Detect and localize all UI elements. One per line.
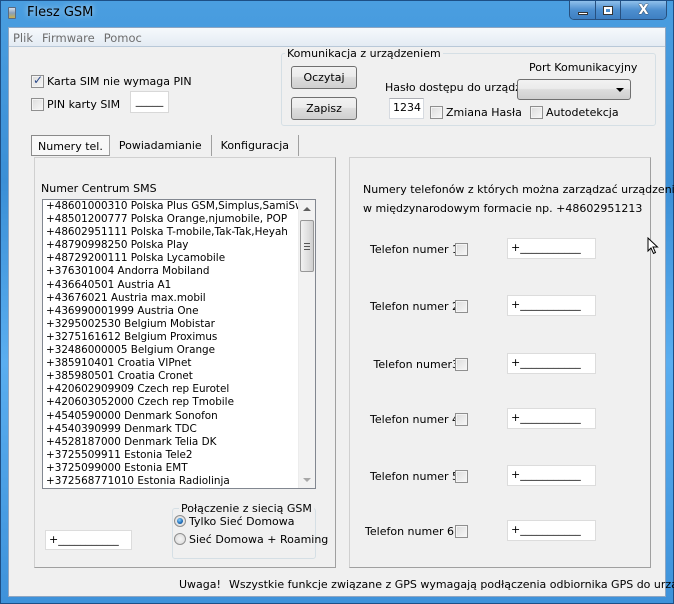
sms-center-list-item[interactable]: +3725509911 Estonia Tele2 xyxy=(43,449,315,462)
phone-3-label: Telefon numer3 xyxy=(373,358,459,371)
maximize-button[interactable] xyxy=(596,1,621,19)
phone-6-input[interactable]: +___________ xyxy=(507,520,596,541)
scroll-down-arrow-icon[interactable] xyxy=(303,478,311,482)
sms-center-list-item[interactable]: +3275161612 Belgium Proximus xyxy=(43,331,315,344)
phone-2-label: Telefon numer 2 xyxy=(370,300,459,313)
sms-center-list-item[interactable]: +436640501 Austria A1 xyxy=(43,279,315,292)
mouse-cursor-icon xyxy=(647,237,659,255)
menu-bar: Plik Firmware Pomoc xyxy=(9,28,665,47)
sms-center-list-item[interactable]: +48602951111 Polska T-mobile,Tak-Tak,Hey… xyxy=(43,226,315,239)
sms-center-list-item[interactable]: +385910401 Croatia VIPnet xyxy=(43,357,315,370)
app-phone-icon xyxy=(8,7,16,19)
phone-2-checkbox[interactable] xyxy=(455,300,468,313)
phone-2-input[interactable]: +___________ xyxy=(507,295,596,316)
menu-plik[interactable]: Plik xyxy=(9,28,38,46)
sms-center-list-item[interactable]: +420602909909 Czech rep Eurotel xyxy=(43,383,315,396)
footer-warning-text: Wszystkie funkcje związane z GPS wymagaj… xyxy=(229,578,674,591)
port-select[interactable] xyxy=(517,79,631,100)
tab-powiadamianie[interactable]: Powiadamianie xyxy=(110,135,212,156)
radio-home-network-label: Tylko Sieć Domowa xyxy=(189,515,295,528)
phone-4-checkbox[interactable] xyxy=(455,413,468,426)
sms-center-list-item[interactable]: +376301004 Andorra Mobiland xyxy=(43,265,315,278)
grip-icon xyxy=(304,243,310,250)
sms-center-label: Numer Centrum SMS xyxy=(41,182,157,195)
radio-roaming[interactable] xyxy=(174,533,186,545)
phone-1-input[interactable]: +___________ xyxy=(507,238,596,259)
sms-center-list-item[interactable]: +48601000310 Polska Plus GSM,Simplus,Sam… xyxy=(43,200,315,213)
sms-center-list-item[interactable]: +4540590000 Denmark Sonofon xyxy=(43,410,315,423)
tab-strip: Numery tel. Powiadamianie Konfiguracja xyxy=(31,133,300,157)
sms-center-list-item[interactable]: +4528187000 Denmark Telia DK xyxy=(43,436,315,449)
sms-center-list-item[interactable]: +43676021 Austria max.mobil xyxy=(43,292,315,305)
gsm-connection-title: Połączenie z siecią GSM xyxy=(179,502,314,515)
chevron-down-icon xyxy=(616,88,624,92)
tab-konfiguracja[interactable]: Konfiguracja xyxy=(212,135,300,156)
radio-roaming-label: Sieć Domowa + Roaming xyxy=(189,533,329,546)
window-title: Flesz GSM xyxy=(27,5,94,20)
phone-5-label: Telefon numer 5 xyxy=(370,470,459,483)
phone-5-input[interactable]: +___________ xyxy=(507,465,596,486)
port-label: Port Komunikacyjny xyxy=(529,61,638,74)
sim-pin-label: PIN karty SIM xyxy=(47,98,121,111)
sim-pin-input[interactable]: _____ xyxy=(130,91,169,113)
comm-group-title: Komunikacja z urządzeniem xyxy=(285,47,443,60)
sms-center-list-item[interactable]: +4540390999 Denmark TDC xyxy=(43,423,315,436)
sms-center-list-item[interactable]: +48729200111 Polska Lycamobile xyxy=(43,252,315,265)
title-bar[interactable]: Flesz GSM X xyxy=(1,1,673,26)
footer-warning-label: Uwaga! xyxy=(179,578,221,591)
autodetect-checkbox[interactable] xyxy=(530,106,543,119)
phones-description-line2: w międzynarodowym formacie np. +48602951… xyxy=(363,202,643,215)
sms-center-list-item[interactable]: +385980501 Croatia Cronet xyxy=(43,370,315,383)
close-button[interactable]: X xyxy=(621,1,666,19)
sms-center-list-item[interactable]: +3295002530 Belgium Mobistar xyxy=(43,318,315,331)
phone-3-input[interactable]: +___________ xyxy=(507,353,596,374)
sms-center-list-item[interactable]: +32486000005 Belgium Orange xyxy=(43,344,315,357)
sms-center-list-item[interactable]: +48790998250 Polska Play xyxy=(43,239,315,252)
minimize-icon xyxy=(577,11,588,15)
sms-list-scrollbar[interactable] xyxy=(298,200,315,488)
menu-pomoc[interactable]: Pomoc xyxy=(100,28,147,46)
phone-4-input[interactable]: +___________ xyxy=(507,408,596,429)
tab-numery-tel[interactable]: Numery tel. xyxy=(31,135,110,156)
change-password-label: Zmiana Hasła xyxy=(446,106,522,119)
phone-4-label: Telefon numer 4 xyxy=(370,413,459,426)
phone-6-checkbox[interactable] xyxy=(455,525,468,538)
radio-home-network[interactable] xyxy=(174,515,186,527)
phone-6-label: Telefon numer 6 xyxy=(365,525,454,538)
password-input[interactable]: 1234 xyxy=(389,98,424,119)
caption-buttons: X xyxy=(569,1,667,20)
close-icon: X xyxy=(638,2,649,18)
sms-center-items: +48601000310 Polska Plus GSM,Simplus,Sam… xyxy=(43,200,315,488)
phone-1-label: Telefon numer 1 xyxy=(370,243,459,256)
sim-pin-checkbox[interactable] xyxy=(31,98,44,111)
write-button[interactable]: Zapisz xyxy=(291,97,357,120)
sms-center-list-item[interactable]: +420603052000 Czech rep Tmobile xyxy=(43,396,315,409)
minimize-button[interactable] xyxy=(570,1,596,19)
scroll-up-arrow-icon[interactable] xyxy=(303,207,311,211)
sms-center-custom-input[interactable]: +___________ xyxy=(45,530,132,550)
read-button[interactable]: Oczytaj xyxy=(291,66,357,89)
change-password-checkbox[interactable] xyxy=(430,106,443,119)
scroll-thumb[interactable] xyxy=(300,220,314,272)
app-window: Flesz GSM X Plik Firmware Pomoc Karta SI… xyxy=(0,0,674,604)
sim-no-pin-label: Karta SIM nie wymaga PIN xyxy=(47,75,192,88)
autodetect-label: Autodetekcja xyxy=(546,106,619,119)
sms-center-list[interactable]: +48601000310 Polska Plus GSM,Simplus,Sam… xyxy=(42,199,316,489)
phones-description-line1: Numery telefonów z których można zarządz… xyxy=(363,183,674,196)
phone-5-checkbox[interactable] xyxy=(455,470,468,483)
maximize-icon xyxy=(603,5,613,15)
sms-center-list-item[interactable]: +372568771010 Estonia Radiolinja xyxy=(43,475,315,488)
sms-center-list-item[interactable]: +3725099000 Estonia EMT xyxy=(43,462,315,475)
phone-1-checkbox[interactable] xyxy=(455,243,468,256)
client-area: Plik Firmware Pomoc Karta SIM nie wymaga… xyxy=(8,27,674,597)
sim-no-pin-checkbox[interactable] xyxy=(31,73,44,88)
phone-3-checkbox[interactable] xyxy=(455,358,468,371)
sms-center-list-item[interactable]: +436990001999 Austria One xyxy=(43,305,315,318)
menu-firmware[interactable]: Firmware xyxy=(38,28,100,46)
sms-center-list-item[interactable]: +48501200777 Polska Orange,njumobile, PO… xyxy=(43,213,315,226)
